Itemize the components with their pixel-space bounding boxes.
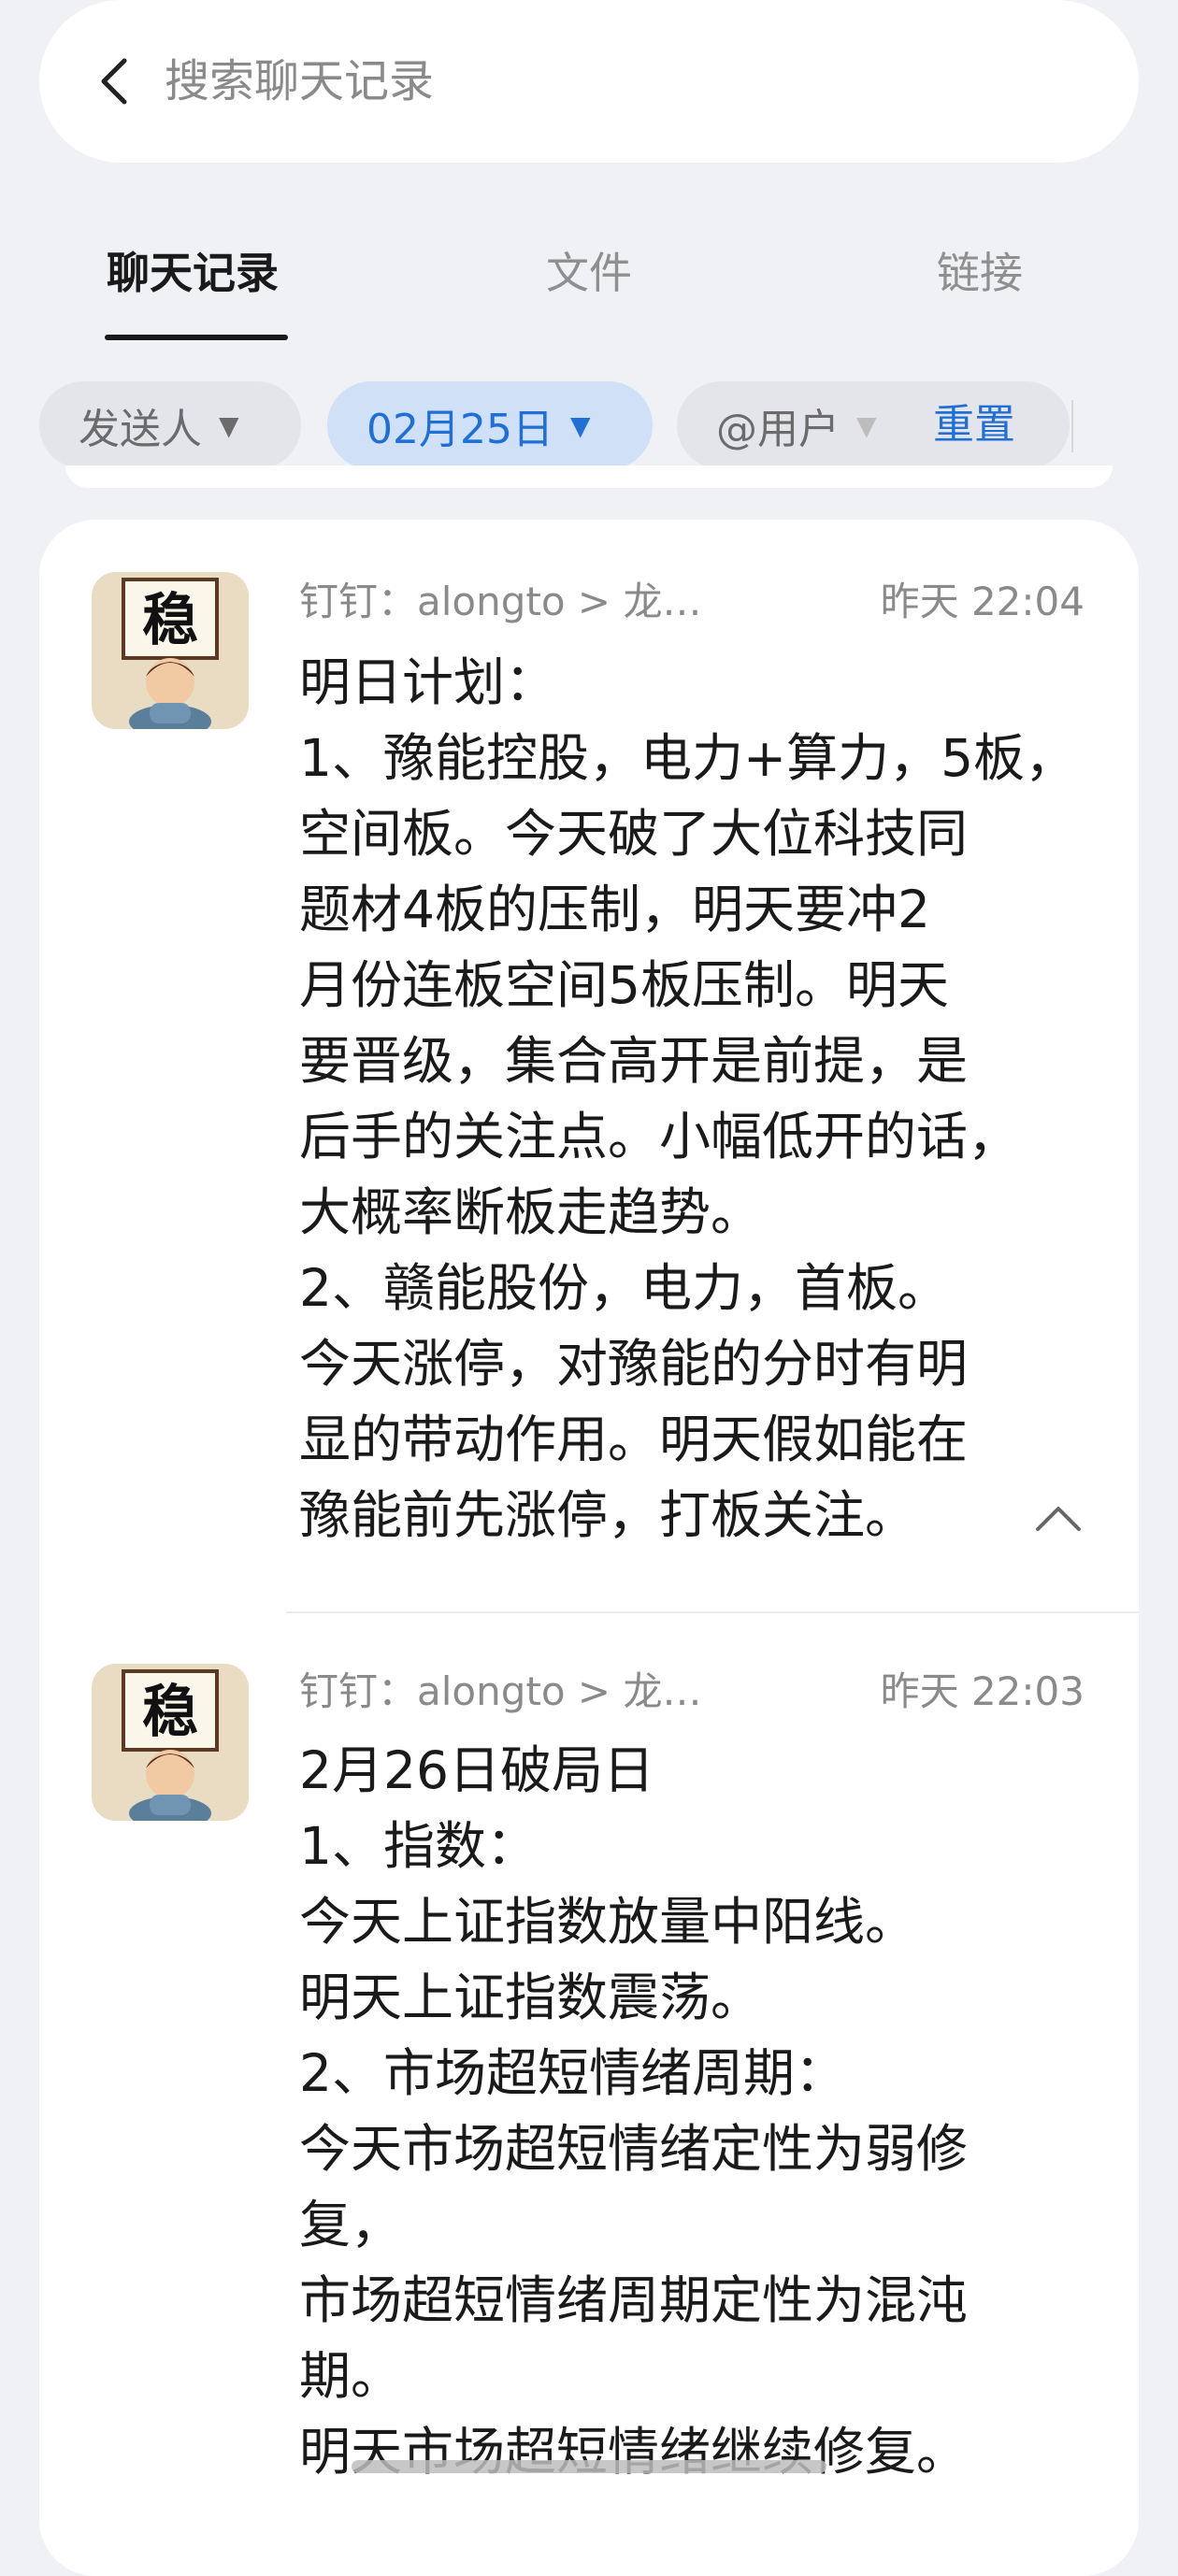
tab-bar: 聊天记录 文件 链接 — [0, 224, 1178, 346]
avatar-character: 稳 — [142, 1680, 198, 1745]
date-filter-chip[interactable]: 02月25日 ▼ — [327, 381, 653, 469]
tab-links[interactable]: 链接 — [937, 245, 1023, 301]
avatar: 稳 — [92, 572, 249, 729]
sender-filter-label: 发送人 — [79, 406, 202, 453]
message-time: 昨天 22:04 — [880, 579, 1085, 624]
active-tab-indicator — [105, 335, 288, 340]
message-sender: 钉钉：alongto > 龙… — [299, 1668, 702, 1714]
message-divider — [286, 1611, 1139, 1613]
search-results-card: 稳 钉钉：alongto > 龙… 昨天 22:04 明日计划： 1、豫能控股，… — [39, 520, 1139, 2576]
search-input[interactable]: 搜索聊天记录 — [165, 52, 434, 110]
caret-down-icon: ▼ — [856, 409, 877, 441]
avatar-character: 稳 — [142, 588, 198, 653]
avatar: 稳 — [92, 1664, 249, 1821]
filter-bar: 发送人 ▼ 02月25日 ▼ @用户 ▼ 重置 — [0, 381, 1178, 475]
sender-filter-chip[interactable]: 发送人 ▼ — [39, 381, 301, 469]
tab-chat-history[interactable]: 聊天记录 — [107, 245, 279, 301]
tab-files[interactable]: 文件 — [546, 245, 632, 301]
home-indicator — [352, 2460, 826, 2473]
filter-divider — [1071, 400, 1073, 452]
caret-down-icon: ▼ — [219, 409, 239, 441]
search-bar[interactable]: 搜索聊天记录 — [39, 0, 1139, 163]
previous-card-edge — [65, 465, 1113, 488]
collapse-chevron-up-icon[interactable] — [1030, 1499, 1086, 1537]
caret-down-icon: ▼ — [569, 409, 591, 441]
message-text: 明日计划： 1、豫能控股，电力+算力，5板， 空间板。今天破了大位科技同 题材4… — [299, 652, 1077, 1545]
user-filter-label: @用户 — [716, 406, 840, 453]
message-text: 2月26日破局日 1、指数： 今天上证指数放量中阳线。 明天上证指数震荡。 2、… — [299, 1740, 969, 2482]
message-time: 昨天 22:03 — [880, 1668, 1085, 1714]
date-filter-label: 02月25日 — [366, 406, 553, 453]
reset-button[interactable]: 重置 — [933, 398, 1015, 452]
back-arrow-icon[interactable] — [86, 49, 142, 114]
message-sender: 钉钉：alongto > 龙… — [299, 579, 702, 624]
